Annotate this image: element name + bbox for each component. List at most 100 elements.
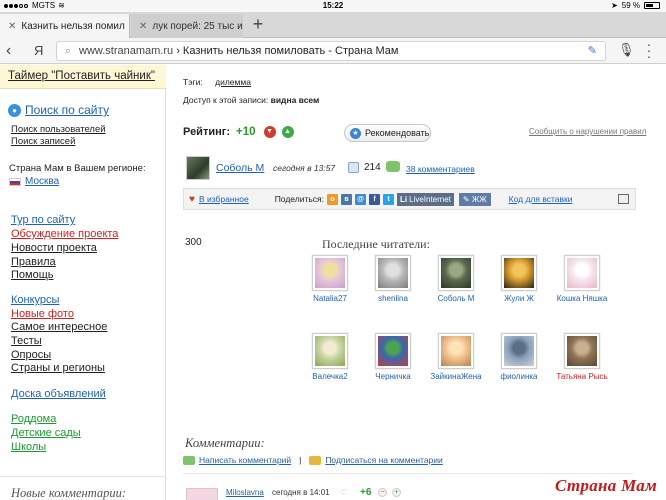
sidebar-item-tests[interactable]: Тесты bbox=[11, 335, 42, 347]
menu-icon[interactable]: · · · bbox=[644, 37, 654, 63]
reader-avatar[interactable] bbox=[438, 333, 474, 369]
reader-avatar-image bbox=[441, 336, 471, 366]
reader-item[interactable]: ЗайкинаЖена bbox=[426, 333, 486, 381]
post-time: сегодня в 13:57 bbox=[273, 163, 336, 173]
reader-name[interactable]: Соболь М bbox=[426, 294, 486, 303]
reader-avatar[interactable] bbox=[375, 333, 411, 369]
close-tab-icon[interactable]: ✕ bbox=[139, 21, 147, 32]
reader-name[interactable]: Natalia27 bbox=[300, 294, 360, 303]
battery-percent: 59 % bbox=[621, 1, 640, 10]
reader-avatar[interactable] bbox=[438, 255, 474, 291]
reader-name[interactable]: Жули Ж bbox=[489, 294, 549, 303]
reader-avatar[interactable] bbox=[564, 255, 600, 291]
favorites-link[interactable]: В избранное bbox=[199, 194, 249, 204]
reader-item[interactable]: Татьяна Рысь bbox=[552, 333, 612, 381]
sidebar-item-maternity[interactable]: Роддома bbox=[11, 413, 56, 425]
reader-avatar[interactable] bbox=[564, 333, 600, 369]
sidebar-item-contests[interactable]: Конкурсы bbox=[11, 294, 59, 306]
reader-avatar-image bbox=[504, 336, 534, 366]
comment-vote-up-icon[interactable]: + bbox=[392, 488, 401, 497]
counter-value: 300 bbox=[185, 237, 202, 248]
back-button[interactable]: ‹ bbox=[6, 41, 22, 61]
embed-code-link[interactable]: Код для вставки bbox=[509, 194, 573, 204]
comment-vote-down-icon[interactable]: − bbox=[378, 488, 387, 497]
subscribe-comments-link[interactable]: Подписаться на комментарии bbox=[325, 455, 442, 465]
url-field[interactable]: ⌕ www.stranamam.ru › Казнить нельзя поми… bbox=[56, 41, 606, 61]
reader-avatar-image bbox=[315, 258, 345, 288]
odnoklassniki-icon[interactable]: о bbox=[327, 193, 338, 205]
new-comments-heading: Новые комментарии: bbox=[11, 486, 127, 500]
sidebar-item-kindergartens[interactable]: Детские сады bbox=[11, 427, 81, 439]
write-comment-link[interactable]: Написать комментарий bbox=[199, 455, 291, 465]
comment-author[interactable]: Miloslavna bbox=[226, 488, 264, 497]
reader-avatar[interactable] bbox=[312, 255, 348, 291]
site-search-link[interactable]: ● Поиск по сайту bbox=[8, 103, 109, 117]
sidebar-item-discussion[interactable]: Обсуждение проекта bbox=[11, 228, 118, 240]
tab-active[interactable]: ✕ Казнить нельзя помил bbox=[0, 14, 130, 38]
reader-name[interactable]: Черничка bbox=[363, 372, 423, 381]
subscribe-icon bbox=[309, 455, 322, 465]
sidebar-item-countries[interactable]: Страны и регионы bbox=[11, 362, 105, 374]
livejournal-button[interactable]: ✎ ЖЖ bbox=[458, 192, 491, 206]
sidebar-item-tour[interactable]: Тур по сайту bbox=[11, 214, 75, 226]
search-posts-link[interactable]: Поиск записей bbox=[11, 136, 75, 147]
reader-item[interactable]: shenlina bbox=[363, 255, 423, 303]
print-icon[interactable] bbox=[618, 194, 629, 204]
sidebar-item-polls[interactable]: Опросы bbox=[11, 349, 51, 361]
tag-link[interactable]: дилемма bbox=[215, 77, 251, 87]
sidebar-item-rules[interactable]: Правила bbox=[11, 256, 56, 268]
reader-name[interactable]: фиолинка bbox=[489, 372, 549, 381]
sidebar-item-help[interactable]: Помощь bbox=[11, 269, 54, 281]
microphone-icon[interactable]: 🎙 bbox=[618, 42, 635, 58]
reader-item[interactable]: Соболь М bbox=[426, 255, 486, 303]
reader-item[interactable]: Валечка2 bbox=[300, 333, 360, 381]
url-page-title: Казнить нельзя помиловать - Страна Мам bbox=[182, 45, 399, 57]
recommend-button[interactable]: ★ Рекомендовать bbox=[344, 124, 431, 142]
author-name[interactable]: Соболь М bbox=[216, 162, 264, 174]
reader-item[interactable]: Natalia27 bbox=[300, 255, 360, 303]
reader-item[interactable]: фиолинка bbox=[489, 333, 549, 381]
battery-area: ➤ 59 % bbox=[611, 1, 660, 10]
comments-link[interactable]: 38 комментариев bbox=[406, 164, 475, 174]
reader-name[interactable]: Татьяна Рысь bbox=[552, 372, 612, 381]
reader-name[interactable]: Валечка2 bbox=[300, 372, 360, 381]
search-users-link[interactable]: Поиск пользователей bbox=[11, 124, 106, 135]
close-tab-icon[interactable]: ✕ bbox=[8, 21, 16, 32]
sidebar-item-news[interactable]: Новости проекта bbox=[11, 242, 97, 254]
views-icon bbox=[348, 162, 359, 173]
new-tab-button[interactable]: + bbox=[248, 14, 268, 36]
facebook-icon[interactable]: f bbox=[369, 193, 380, 205]
liveinternet-button[interactable]: Li LiveInternet bbox=[397, 192, 454, 206]
heart-outline-icon[interactable]: ♡ bbox=[340, 488, 347, 497]
reader-name[interactable]: Кошка Няшка bbox=[552, 294, 612, 303]
author-avatar[interactable] bbox=[186, 156, 210, 180]
reader-avatar[interactable] bbox=[501, 255, 537, 291]
mailru-icon[interactable]: @ bbox=[355, 193, 366, 205]
vote-up-icon[interactable]: ▲ bbox=[281, 126, 294, 138]
region-link[interactable]: Москва bbox=[9, 176, 59, 187]
comment-avatar[interactable] bbox=[186, 488, 218, 500]
timer-link[interactable]: Таймер "Поставить чайник" bbox=[0, 65, 166, 89]
reader-name[interactable]: shenlina bbox=[363, 294, 423, 303]
tab-inactive[interactable]: ✕ лук порей: 25 тыс изо bbox=[131, 14, 243, 38]
report-link[interactable]: Сообщить о нарушении правил bbox=[529, 127, 646, 136]
tab-title: Казнить нельзя помил bbox=[21, 20, 125, 32]
reader-name[interactable]: ЗайкинаЖена bbox=[426, 372, 486, 381]
reader-avatar[interactable] bbox=[312, 333, 348, 369]
vote-down-icon[interactable]: ▼ bbox=[263, 126, 276, 138]
reader-item[interactable]: Черничка bbox=[363, 333, 423, 381]
sidebar-item-interesting[interactable]: Самое интересное bbox=[11, 321, 107, 333]
reader-item[interactable]: Кошка Няшка bbox=[552, 255, 612, 303]
recommend-label: Рекомендовать bbox=[365, 128, 430, 138]
reader-avatar[interactable] bbox=[375, 255, 411, 291]
access-label: Доступ к этой записи: bbox=[183, 95, 269, 105]
twitter-icon[interactable]: t bbox=[383, 193, 394, 205]
reader-avatar[interactable] bbox=[501, 333, 537, 369]
sidebar-item-board[interactable]: Доска объявлений bbox=[11, 388, 106, 400]
sidebar-item-schools[interactable]: Школы bbox=[11, 441, 46, 453]
sidebar-item-new-photos[interactable]: Новые фото bbox=[11, 308, 74, 320]
edit-icon[interactable]: ✎ bbox=[588, 44, 597, 57]
vk-icon[interactable]: в bbox=[341, 193, 352, 205]
yandex-button[interactable]: Я bbox=[34, 41, 48, 61]
reader-item[interactable]: Жули Ж bbox=[489, 255, 549, 303]
